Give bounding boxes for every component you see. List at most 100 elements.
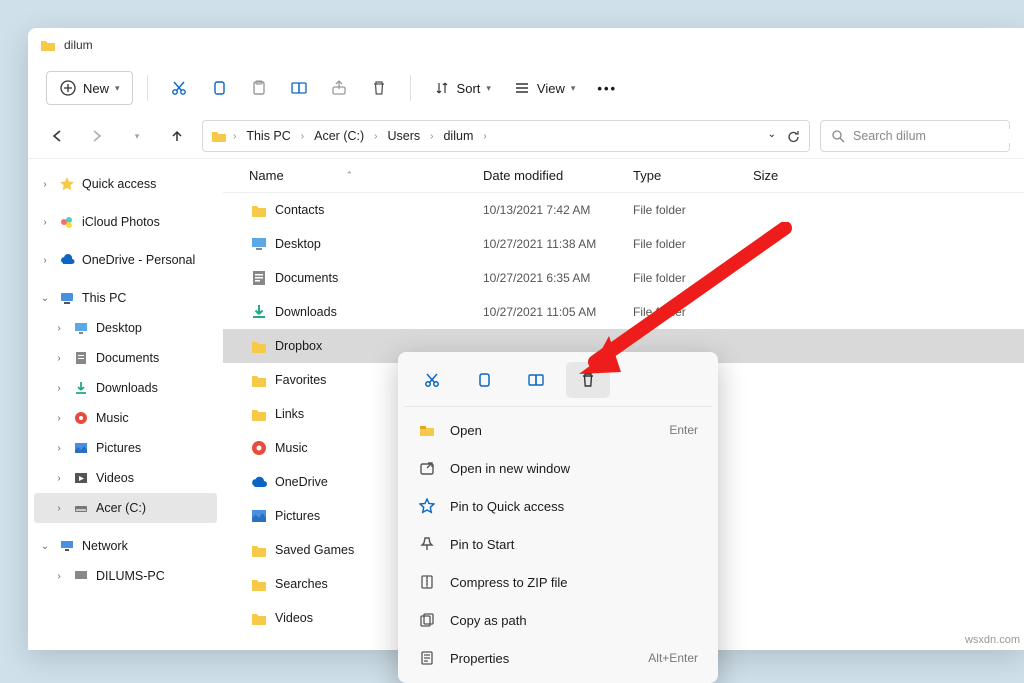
trash-icon (370, 79, 388, 97)
row-icon (249, 404, 269, 424)
file-name: Contacts (275, 203, 324, 217)
breadcrumb[interactable]: This PC (242, 127, 294, 145)
breadcrumb[interactable]: dilum (439, 127, 477, 145)
row-icon (249, 234, 269, 254)
separator (410, 75, 411, 101)
ctx-properties[interactable]: PropertiesAlt+Enter (404, 639, 712, 677)
nav-quick-access[interactable]: ›Quick access (34, 169, 217, 199)
file-row[interactable]: Downloads10/27/2021 11:05 AMFile folder (223, 295, 1024, 329)
context-menu: OpenEnter Open in new window Pin to Quic… (398, 352, 718, 683)
nav-icloud[interactable]: ›iCloud Photos (34, 207, 217, 237)
nav-network[interactable]: ⌄Network (34, 531, 217, 561)
titlebar: dilum (28, 28, 1024, 62)
file-name: Favorites (275, 373, 326, 387)
chevron-down-icon: ⌄ (38, 293, 52, 304)
chevron-right-icon: › (52, 323, 66, 334)
delete-button[interactable] (362, 71, 396, 105)
watermark: wsxdn.com (965, 634, 1020, 646)
breadcrumb[interactable]: Users (383, 127, 424, 145)
toolbar: New ▾ Sort ▾ View ▾ ••• (28, 62, 1024, 114)
nav-music[interactable]: ›Music (34, 403, 217, 433)
desktop-icon (72, 319, 90, 337)
chevron-right-icon: › (52, 503, 66, 514)
rename-button[interactable] (282, 71, 316, 105)
row-icon (249, 574, 269, 594)
window-title: dilum (64, 38, 93, 52)
cut-button[interactable] (162, 71, 196, 105)
file-row[interactable]: Contacts10/13/2021 7:42 AMFile folder (223, 193, 1024, 227)
ctx-open[interactable]: OpenEnter (404, 411, 712, 449)
ctx-cut-button[interactable] (410, 362, 454, 398)
col-type: Type (633, 168, 753, 183)
paste-icon (250, 79, 268, 97)
ctx-rename-button[interactable] (514, 362, 558, 398)
chevron-right-icon: › (52, 473, 66, 484)
sort-icon (433, 79, 451, 97)
chevron-down-icon[interactable]: ⌄ (768, 129, 776, 144)
row-icon (249, 506, 269, 526)
nav-videos[interactable]: ›Videos (34, 463, 217, 493)
share-button[interactable] (322, 71, 356, 105)
file-row[interactable]: Desktop10/27/2021 11:38 AMFile folder (223, 227, 1024, 261)
ctx-compress-zip[interactable]: Compress to ZIP file (404, 563, 712, 601)
ctx-open-new-window[interactable]: Open in new window (404, 449, 712, 487)
up-button[interactable] (162, 121, 192, 151)
folder-icon (40, 37, 56, 53)
nav-dilums-pc[interactable]: ›DILUMS-PC (34, 561, 217, 591)
file-row[interactable]: Documents10/27/2021 6:35 AMFile folder (223, 261, 1024, 295)
row-icon (249, 336, 269, 356)
sort-button[interactable]: Sort ▾ (425, 71, 499, 105)
col-size: Size (753, 168, 833, 183)
nav-pane: ›Quick access ›iCloud Photos ›OneDrive -… (28, 159, 223, 650)
file-name: Downloads (275, 305, 337, 319)
nav-downloads[interactable]: ›Downloads (34, 373, 217, 403)
ctx-copy-button[interactable] (462, 362, 506, 398)
forward-button[interactable] (82, 121, 112, 151)
pc-icon (72, 567, 90, 585)
paste-button[interactable] (242, 71, 276, 105)
row-icon (249, 540, 269, 560)
ctx-pin-start[interactable]: Pin to Start (404, 525, 712, 563)
ctx-copy-path[interactable]: Copy as path (404, 601, 712, 639)
row-icon (249, 438, 269, 458)
nav-onedrive[interactable]: ›OneDrive - Personal (34, 245, 217, 275)
sort-asc-icon: ⌃ (345, 170, 483, 181)
col-date: Date modified (483, 168, 633, 183)
new-button[interactable]: New ▾ (46, 71, 133, 105)
search-input[interactable] (853, 129, 1014, 143)
breadcrumb[interactable]: Acer (C:) (310, 127, 368, 145)
star-outline-icon (418, 497, 436, 515)
scissors-icon (170, 79, 188, 97)
copy-path-icon (418, 611, 436, 629)
view-button[interactable]: View ▾ (505, 71, 583, 105)
new-label: New (83, 81, 109, 96)
address-bar[interactable]: › This PC› Acer (C:)› Users› dilum› ⌄ (202, 120, 810, 152)
recent-button[interactable]: ▾ (122, 121, 152, 151)
nav-documents[interactable]: ›Documents (34, 343, 217, 373)
column-headers[interactable]: Name⌃ Date modified Type Size (223, 159, 1024, 193)
properties-icon (418, 649, 436, 667)
more-button[interactable]: ••• (589, 71, 625, 105)
nav-pictures[interactable]: ›Pictures (34, 433, 217, 463)
copy-button[interactable] (202, 71, 236, 105)
context-menu-top-row (404, 358, 712, 407)
file-type: File folder (633, 203, 753, 217)
row-icon (249, 268, 269, 288)
ctx-delete-button[interactable] (566, 362, 610, 398)
ctx-pin-quick-access[interactable]: Pin to Quick access (404, 487, 712, 525)
refresh-icon[interactable] (786, 129, 801, 144)
chevron-right-icon: › (38, 217, 52, 228)
chevron-down-icon: ▾ (571, 83, 576, 94)
nav-this-pc[interactable]: ⌄This PC (34, 283, 217, 313)
copy-icon (210, 79, 228, 97)
search-box[interactable] (820, 120, 1010, 152)
view-icon (513, 79, 531, 97)
star-icon (58, 175, 76, 193)
file-type: File folder (633, 271, 753, 285)
address-bar-row: ▾ › This PC› Acer (C:)› Users› dilum› ⌄ (28, 114, 1024, 158)
back-button[interactable] (42, 121, 72, 151)
share-icon (330, 79, 348, 97)
nav-desktop[interactable]: ›Desktop (34, 313, 217, 343)
folder-open-icon (418, 421, 436, 439)
nav-drive-c[interactable]: ›Acer (C:) (34, 493, 217, 523)
